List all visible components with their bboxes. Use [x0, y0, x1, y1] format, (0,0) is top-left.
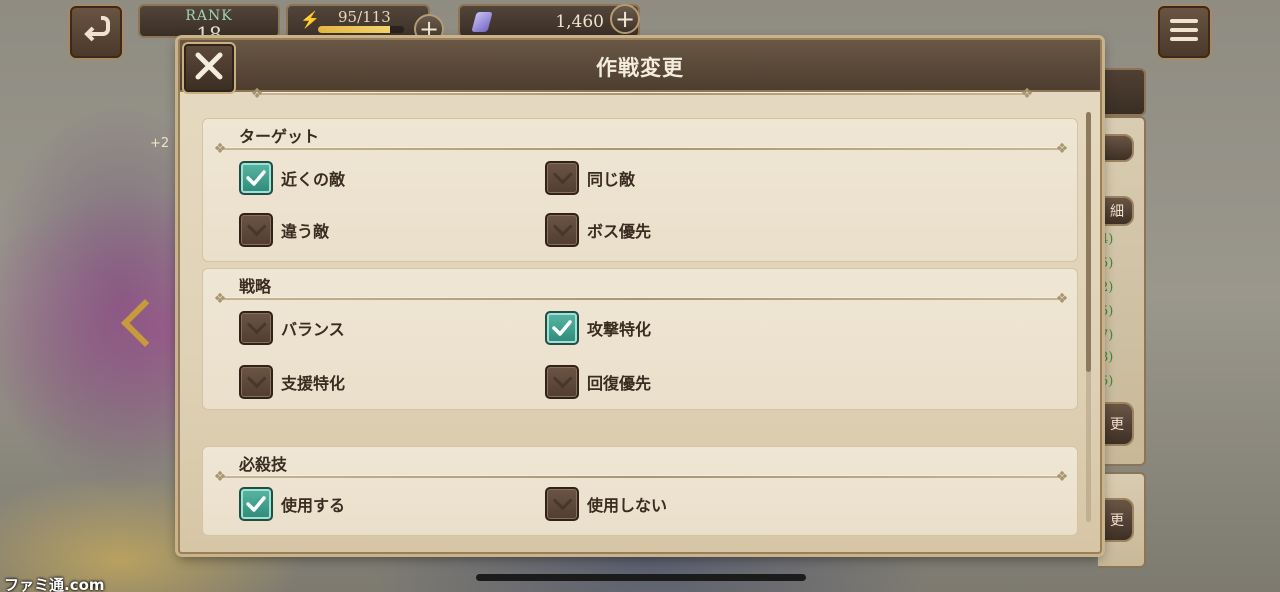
empty-check-icon: [552, 216, 573, 237]
side-stat-5: 7): [1100, 328, 1114, 343]
check-icon: [246, 170, 266, 186]
option-label: 回復優先: [587, 374, 652, 393]
dialog-header: 作戦変更: [180, 40, 1100, 92]
side-change-label-1: 更: [1110, 417, 1124, 433]
ornament-left-icon: ❖: [250, 86, 264, 102]
section-title-target: ターゲット: [239, 127, 320, 146]
empty-check-icon: [552, 368, 573, 389]
option-label: ボス優先: [587, 222, 652, 241]
empty-check-icon: [246, 368, 267, 389]
stamina-bar: [318, 26, 404, 33]
option-special-1[interactable]: 使用しない: [545, 487, 667, 521]
checkbox-unchecked[interactable]: [545, 161, 579, 195]
option-label: 違う敵: [281, 222, 330, 241]
option-strategy-1[interactable]: 攻撃特化: [545, 311, 651, 345]
section-ornament: ❖ ❖: [214, 142, 1069, 156]
option-label: 支援特化: [281, 374, 346, 393]
check-icon: [552, 320, 572, 336]
stamina-text: 95/113: [338, 8, 391, 26]
lightning-icon: ⚡: [300, 10, 320, 29]
checkbox-checked[interactable]: [545, 311, 579, 345]
option-target-3[interactable]: ボス優先: [545, 213, 651, 247]
check-icon: [246, 496, 266, 512]
side-detail-label: 細: [1110, 204, 1124, 220]
section-target: ターゲット ❖ ❖ 近くの敵 同じ敵 違う敵 ボス優先: [202, 118, 1078, 262]
empty-check-icon: [552, 490, 573, 511]
ornament-right-icon: ❖: [1055, 141, 1069, 157]
section-ornament: ❖ ❖: [214, 470, 1069, 484]
empty-check-icon: [246, 216, 267, 237]
home-indicator[interactable]: [476, 574, 806, 581]
scrollbar-thumb[interactable]: [1086, 112, 1091, 372]
character-plus-label: +2: [150, 136, 170, 151]
side-stat-2: 5): [1100, 256, 1114, 271]
section-strategy: 戦略 ❖ ❖ バランス 攻撃特化 支援特化 回復優先: [202, 268, 1078, 410]
gem-icon: [471, 12, 493, 32]
checkbox-unchecked[interactable]: [239, 365, 273, 399]
option-special-0[interactable]: 使用する: [239, 487, 345, 521]
empty-check-icon: [246, 314, 267, 335]
option-label: バランス: [281, 320, 345, 339]
hamburger-menu-icon: [1170, 15, 1198, 50]
ornament-left-icon: ❖: [213, 291, 227, 307]
side-stat-6: 8): [1100, 350, 1114, 365]
option-target-1[interactable]: 同じ敵: [545, 161, 635, 195]
option-strategy-3[interactable]: 回復優先: [545, 365, 651, 399]
close-button[interactable]: [182, 42, 236, 94]
stamina-bar-fill: [318, 26, 391, 33]
side-panel-header: [1098, 68, 1146, 116]
strategy-change-dialog: 作戦変更 ❖ ❖ ターゲット ❖ ❖ 近くの敵 同じ敵 違う敵 ボス優先 戦略 …: [178, 38, 1102, 554]
section-title-special: 必殺技: [239, 455, 288, 474]
side-change-label-2: 更: [1110, 513, 1124, 529]
add-gems-button[interactable]: +: [610, 4, 640, 34]
section-special-move: 必殺技 ❖ ❖ 使用する 使用しない: [202, 446, 1078, 536]
checkbox-unchecked[interactable]: [545, 365, 579, 399]
plus-icon: +: [614, 5, 636, 33]
dialog-title: 作戦変更: [596, 56, 684, 80]
ornament-right-icon: ❖: [1020, 86, 1034, 102]
option-target-0[interactable]: 近くの敵: [239, 161, 345, 195]
section-title-strategy: 戦略: [239, 277, 272, 296]
side-stat-3: 2): [1100, 280, 1114, 295]
empty-check-icon: [552, 164, 573, 185]
option-label: 攻撃特化: [587, 320, 652, 339]
header-ornament: ❖ ❖: [251, 87, 1034, 101]
option-target-2[interactable]: 違う敵: [239, 213, 329, 247]
watermark: ファミ通.com: [4, 576, 105, 592]
checkbox-unchecked[interactable]: [239, 213, 273, 247]
side-stat-7: 5): [1100, 374, 1114, 389]
option-label: 使用しない: [587, 496, 668, 515]
section-ornament: ❖ ❖: [214, 292, 1069, 306]
back-button[interactable]: [68, 4, 124, 60]
ornament-right-icon: ❖: [1055, 469, 1069, 485]
checkbox-unchecked[interactable]: [545, 487, 579, 521]
side-stat-1: 4): [1100, 232, 1114, 247]
side-stat-4: 5): [1100, 304, 1114, 319]
checkbox-checked[interactable]: [239, 487, 273, 521]
option-label: 近くの敵: [281, 170, 346, 189]
rank-display: RANK 18: [138, 4, 280, 46]
checkbox-unchecked[interactable]: [239, 311, 273, 345]
gem-value: 1,460: [555, 12, 604, 32]
option-label: 使用する: [281, 496, 346, 515]
ornament-left-icon: ❖: [213, 141, 227, 157]
close-icon: [194, 51, 224, 85]
option-strategy-2[interactable]: 支援特化: [239, 365, 345, 399]
menu-button[interactable]: [1156, 4, 1212, 60]
ornament-right-icon: ❖: [1055, 291, 1069, 307]
back-arrow-icon: [81, 13, 111, 51]
option-strategy-0[interactable]: バランス: [239, 311, 345, 345]
option-label: 同じ敵: [587, 170, 636, 189]
checkbox-unchecked[interactable]: [545, 213, 579, 247]
ornament-left-icon: ❖: [213, 469, 227, 485]
checkbox-checked[interactable]: [239, 161, 273, 195]
